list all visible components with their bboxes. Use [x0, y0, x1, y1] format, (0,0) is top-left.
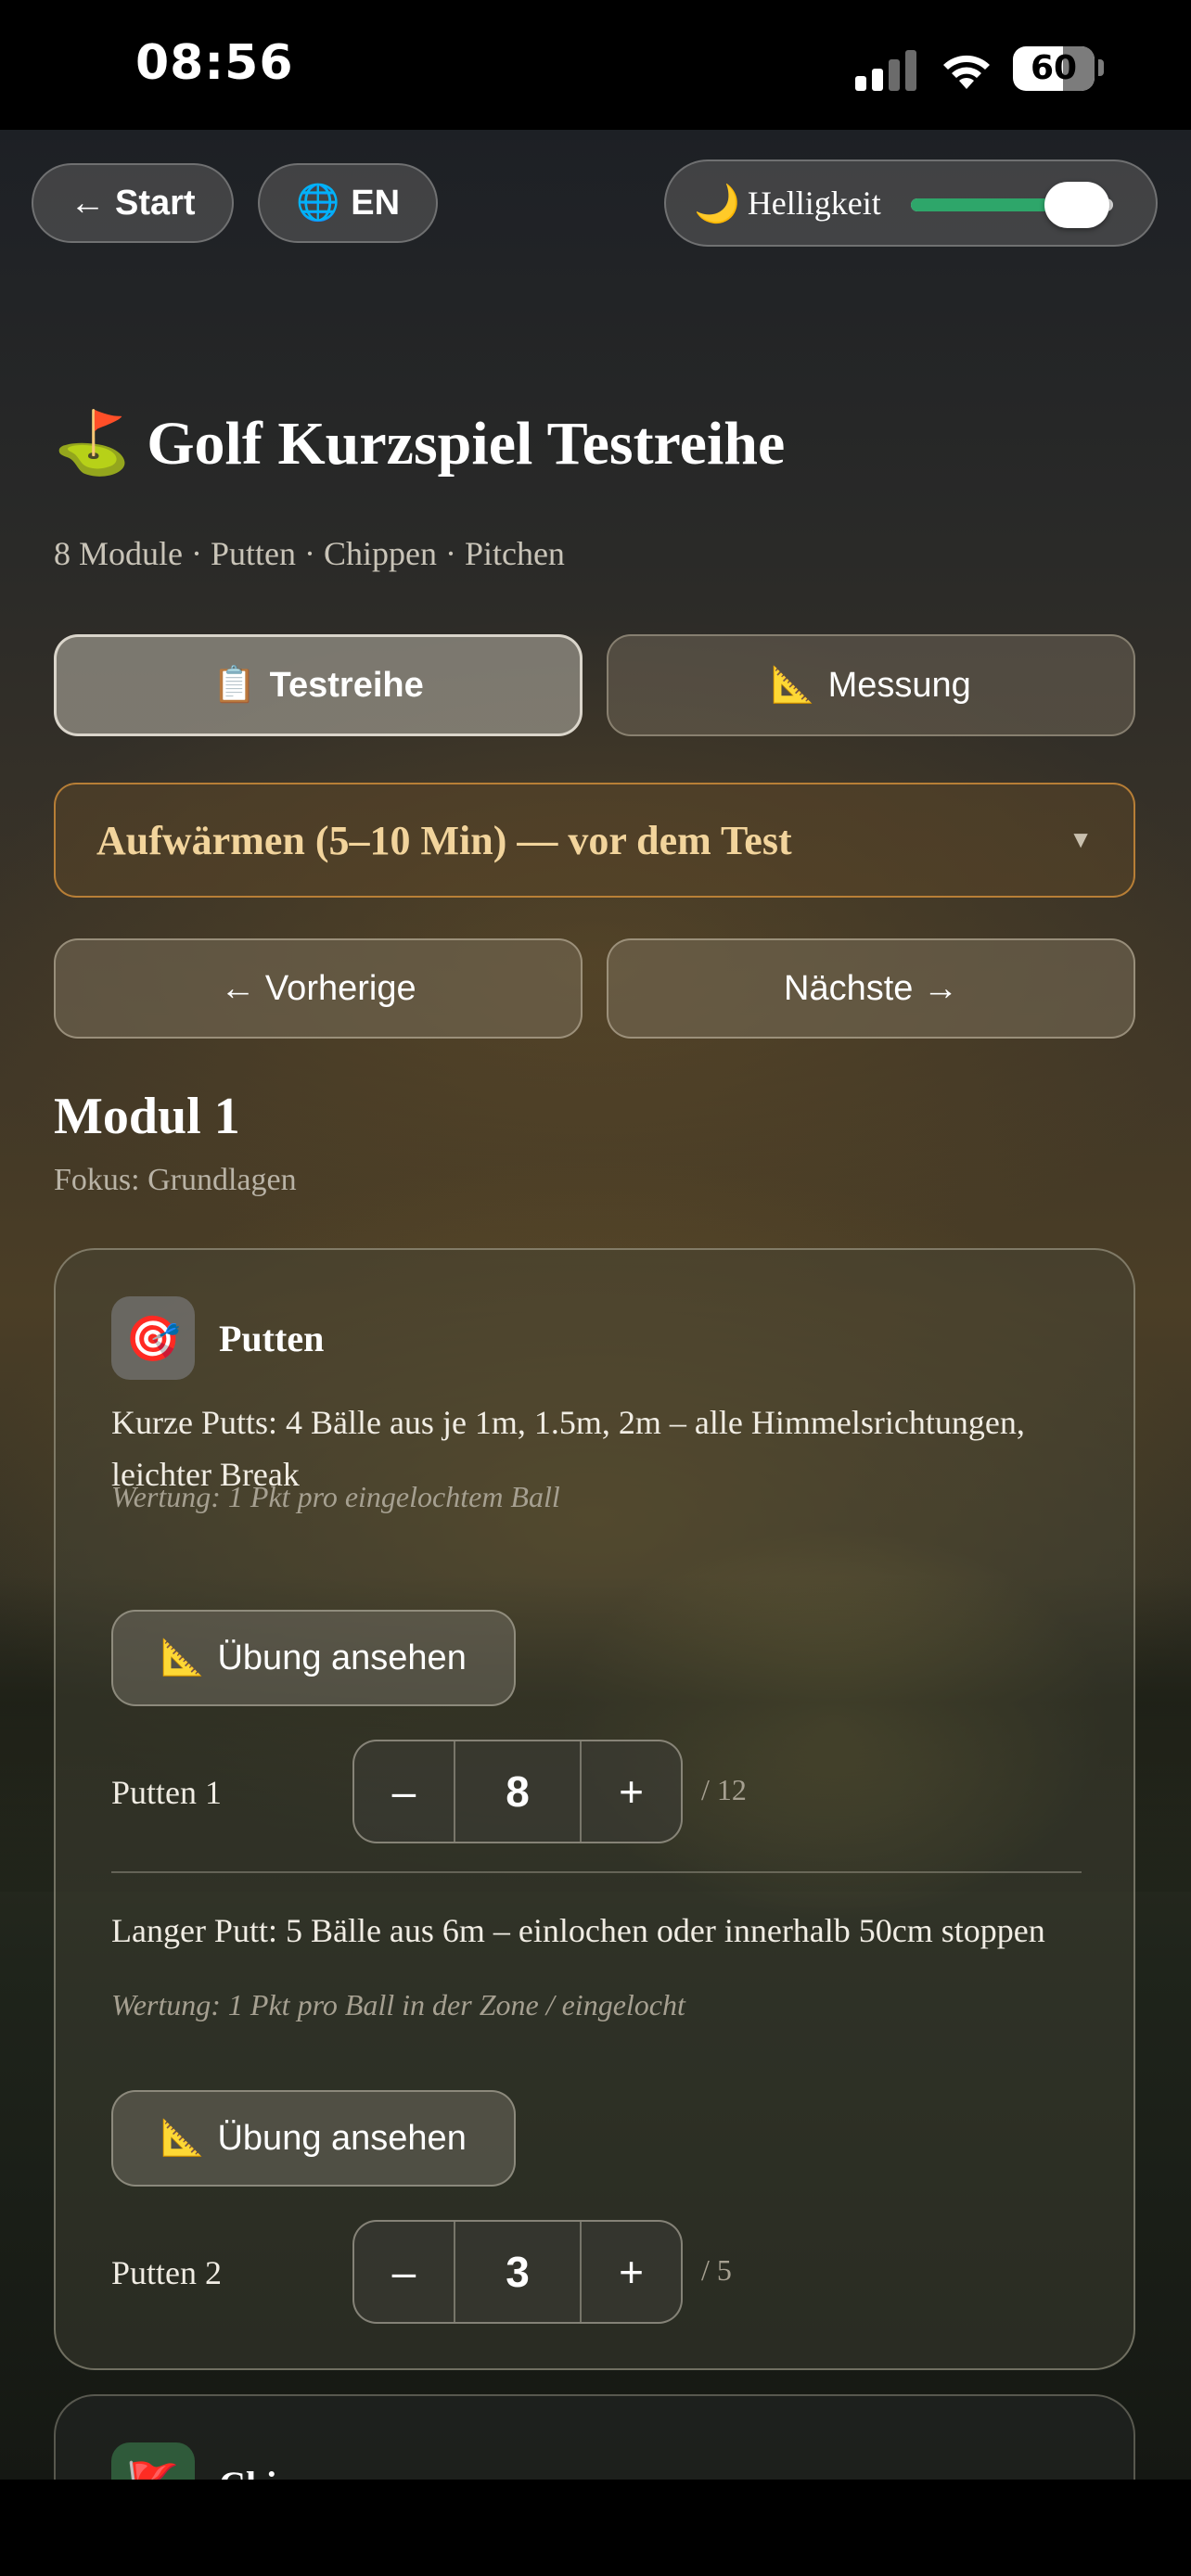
page-title: ⛳ Golf Kurzspiel Testreihe — [54, 408, 1148, 479]
brightness-slider-knob[interactable] — [1044, 182, 1109, 228]
page-subtitle: 8 Module · Putten · Chippen · Pitchen — [54, 535, 565, 572]
decrement-button[interactable]: – — [354, 2222, 454, 2322]
battery-icon: 60 — [1013, 46, 1095, 91]
score-stepper: – 3 + — [352, 2220, 683, 2324]
exercise-scoring: Wertung: 1 Pkt pro eingelochtem Ball — [111, 1480, 560, 1513]
language-label: EN — [351, 183, 401, 223]
cellular-signal-icon — [855, 50, 920, 91]
brightness-label: Helligkeit — [747, 185, 881, 222]
back-to-start-button[interactable]: ← Start — [32, 163, 234, 243]
view-exercise-button[interactable]: 📐 Übung ansehen — [111, 1610, 516, 1706]
status-time: 08:56 — [135, 35, 294, 91]
module-select-dropdown[interactable]: Aufwärmen (5–10 Min) — vor dem Test ▼ — [54, 783, 1135, 898]
page-title-text: Golf Kurzspiel Testreihe — [147, 409, 786, 478]
increment-button[interactable]: + — [582, 2222, 681, 2322]
tab-messung[interactable]: 📐 Messung — [607, 634, 1135, 736]
view-exercise-label: Übung ansehen — [217, 2118, 467, 2158]
module-title: Modul 1 — [54, 1088, 240, 1145]
exercise-divider — [111, 1871, 1082, 1873]
status-bar: 08:56 60 — [0, 0, 1191, 130]
exercise-card-putten: 🎯 Putten Kurze Putts: 4 Bälle aus je 1m,… — [54, 1248, 1135, 2370]
triangle-ruler-icon: 📐 — [160, 1639, 205, 1677]
brightness-control: 🌙 Helligkeit — [664, 159, 1158, 247]
module-focus: Fokus: Grundlagen — [54, 1163, 297, 1197]
exercise-scoring: Wertung: 1 Pkt pro Ball in der Zone / ei… — [111, 1988, 685, 2021]
tab-label: Messung — [827, 665, 971, 705]
screen: 08:56 60 ← Start 🌐 EN 🌙 Helligkeit ⛳ Gol… — [0, 0, 1191, 2576]
moon-icon: 🌙 — [694, 183, 740, 224]
triangle-ruler-icon: 📐 — [771, 666, 815, 705]
previous-button[interactable]: ← Vorherige — [54, 938, 583, 1039]
score-value[interactable]: 3 — [453, 2222, 583, 2322]
score-value[interactable]: 8 — [453, 1741, 583, 1842]
battery-nub — [1098, 59, 1104, 76]
next-button[interactable]: Nächste → — [607, 938, 1135, 1039]
brightness-slider[interactable] — [911, 182, 1113, 228]
target-icon: 🎯 — [111, 1296, 195, 1380]
wifi-icon — [943, 55, 990, 89]
view-exercise-label: Übung ansehen — [217, 1638, 467, 1677]
exercise-description: Langer Putt: 5 Bälle aus 6m – einlochen … — [111, 1912, 1045, 1949]
tab-label: Testreihe — [269, 665, 424, 705]
home-indicator-area — [0, 2480, 1191, 2576]
score-max: / 5 — [701, 2253, 732, 2287]
dropdown-value: Aufwärmen (5–10 Min) — vor dem Test — [96, 817, 792, 863]
chevron-down-icon: ▼ — [1069, 826, 1093, 853]
battery-level: 60 — [1030, 49, 1078, 87]
triangle-ruler-icon: 📐 — [160, 2119, 205, 2158]
globe-icon: 🌐 — [295, 184, 340, 223]
clipboard-icon: 📋 — [212, 666, 257, 705]
card-title: Putten — [219, 1318, 325, 1359]
score-stepper: – 8 + — [352, 1740, 683, 1843]
language-toggle-button[interactable]: 🌐 EN — [258, 163, 438, 243]
view-exercise-button[interactable]: 📐 Übung ansehen — [111, 2090, 516, 2187]
decrement-button[interactable]: – — [354, 1741, 454, 1842]
increment-button[interactable]: + — [582, 1741, 681, 1842]
tab-testreihe[interactable]: 📋 Testreihe — [54, 634, 583, 736]
score-label: Putten 1 — [111, 1774, 223, 1811]
score-max: / 12 — [701, 1773, 747, 1806]
golf-flag-icon: ⛳ — [54, 410, 131, 478]
back-label: ← Start — [70, 183, 196, 223]
score-label: Putten 2 — [111, 2254, 223, 2291]
